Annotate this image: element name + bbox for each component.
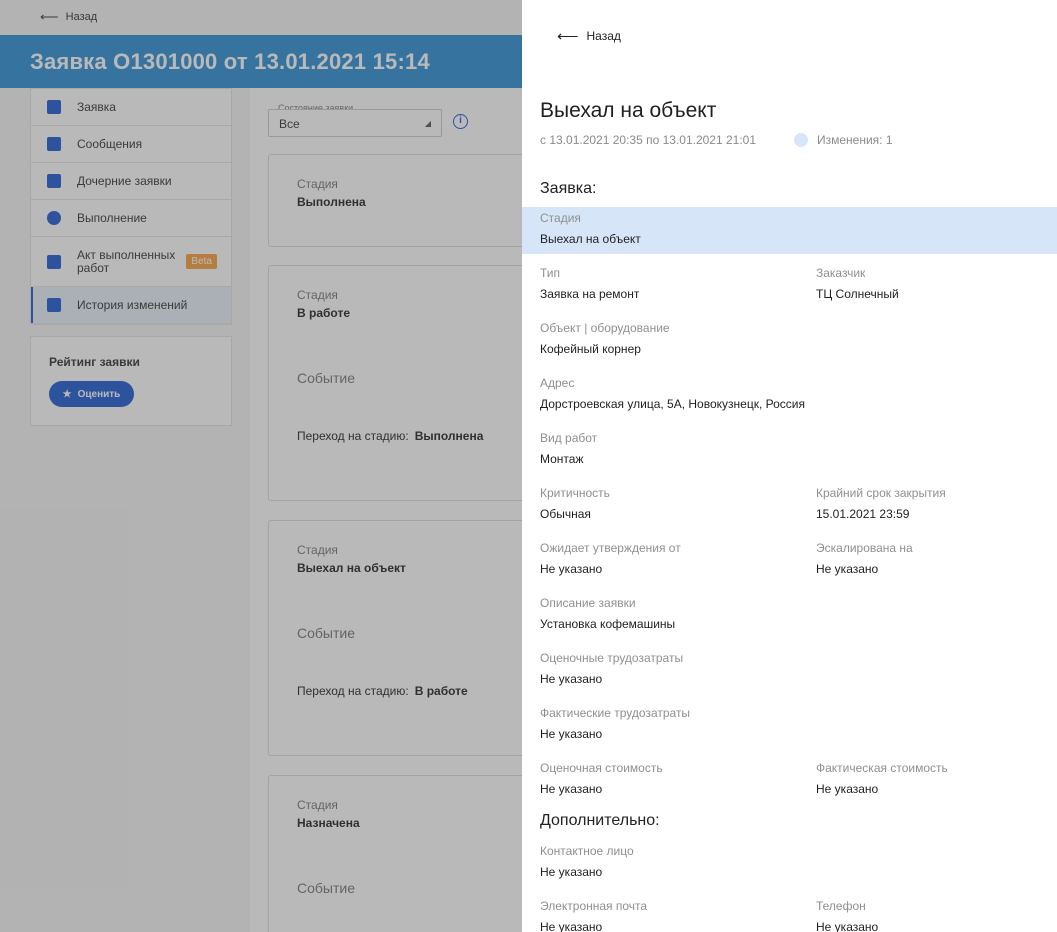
drawer-back-label: Назад xyxy=(586,29,621,43)
field-escalated: Эскалирована на Не указано xyxy=(816,541,913,577)
field-value: 15.01.2021 23:59 xyxy=(816,507,910,521)
field-label: Эскалирована на xyxy=(816,541,913,555)
field-deadline: Крайний срок закрытия 15.01.2021 23:59 xyxy=(816,486,946,522)
field-label: Фактическая стоимость xyxy=(816,761,948,775)
field-value: Дорстроевская улица, 5А, Новокузнецк, Ро… xyxy=(540,397,805,411)
field-label: Телефон xyxy=(816,899,866,913)
field-email: Электронная почта Не указано xyxy=(540,899,647,932)
modal-overlay[interactable] xyxy=(0,0,522,932)
field-label: Оценочная стоимость xyxy=(540,761,663,775)
change-details-drawer: ⟵ Назад Выехал на объект с 13.01.2021 20… xyxy=(522,0,1057,932)
field-value: Не указано xyxy=(540,920,603,932)
field-value: Не указано xyxy=(540,865,603,879)
field-contact: Контактное лицо Не указано xyxy=(540,844,634,880)
field-address: Адрес Дорстроевская улица, 5А, Новокузне… xyxy=(540,376,805,412)
field-label: Заказчик xyxy=(816,266,866,280)
field-phone: Телефон Не указано xyxy=(816,899,878,932)
field-value: Не указано xyxy=(540,562,603,576)
field-work-type: Вид работ Монтаж xyxy=(540,431,597,467)
section-extra-title: Дополнительно: xyxy=(540,812,660,829)
field-estimated-cost: Оценочная стоимость Не указано xyxy=(540,761,663,797)
field-value: Заявка на ремонт xyxy=(540,287,640,301)
field-label: Стадия xyxy=(540,211,581,225)
field-description: Описание заявки Установка кофемашины xyxy=(540,596,675,632)
field-value: Монтаж xyxy=(540,452,584,466)
field-estimated-labor: Оценочные трудозатраты Не указано xyxy=(540,651,683,687)
field-label: Фактические трудозатраты xyxy=(540,706,691,720)
field-criticality: Критичность Обычная xyxy=(540,486,610,522)
field-value: Кофейный корнер xyxy=(540,342,641,356)
section-request-title: Заявка: xyxy=(540,180,597,197)
changes-indicator: Изменения: 1 xyxy=(794,133,893,147)
field-label: Оценочные трудозатраты xyxy=(540,651,684,665)
field-stage: Стадия Выехал на объект xyxy=(540,211,641,247)
field-label: Тип xyxy=(540,266,561,280)
field-label: Электронная почта xyxy=(540,899,648,913)
changes-count: Изменения: 1 xyxy=(817,133,893,147)
field-customer: Заказчик ТЦ Солнечный xyxy=(816,266,899,302)
arrow-left-icon: ⟵ xyxy=(557,28,579,45)
field-label: Описание заявки xyxy=(540,596,636,610)
field-label: Адрес xyxy=(540,376,575,390)
stage-period: с 13.01.2021 20:35 по 13.01.2021 21:01 xyxy=(540,133,757,147)
field-actual-cost: Фактическая стоимость Не указано xyxy=(816,761,948,797)
field-label: Крайний срок закрытия xyxy=(816,486,946,500)
drawer-title: Выехал на объект xyxy=(540,99,717,122)
field-value: Не указано xyxy=(540,782,603,796)
field-value: Выехал на объект xyxy=(540,232,641,246)
field-actual-labor: Фактические трудозатраты Не указано xyxy=(540,706,690,742)
field-type: Тип Заявка на ремонт xyxy=(540,266,639,302)
field-value: ТЦ Солнечный xyxy=(816,287,899,301)
field-value: Не указано xyxy=(816,562,879,576)
field-label: Ожидает утверждения от xyxy=(540,541,681,555)
field-value: Не указано xyxy=(816,920,879,932)
field-label: Вид работ xyxy=(540,431,598,445)
field-object: Объект | оборудование Кофейный корнер xyxy=(540,321,670,357)
field-value: Установка кофемашины xyxy=(540,617,676,631)
field-label: Критичность xyxy=(540,486,610,500)
field-label: Контактное лицо xyxy=(540,844,634,858)
field-value: Не указано xyxy=(540,727,603,741)
field-value: Не указано xyxy=(540,672,603,686)
field-awaiting-approval: Ожидает утверждения от Не указано xyxy=(540,541,681,577)
field-label: Объект | оборудование xyxy=(540,321,670,335)
changes-dot-icon xyxy=(794,133,808,147)
field-value: Обычная xyxy=(540,507,591,521)
drawer-back-link[interactable]: ⟵ Назад xyxy=(557,27,621,45)
field-value: Не указано xyxy=(816,782,879,796)
